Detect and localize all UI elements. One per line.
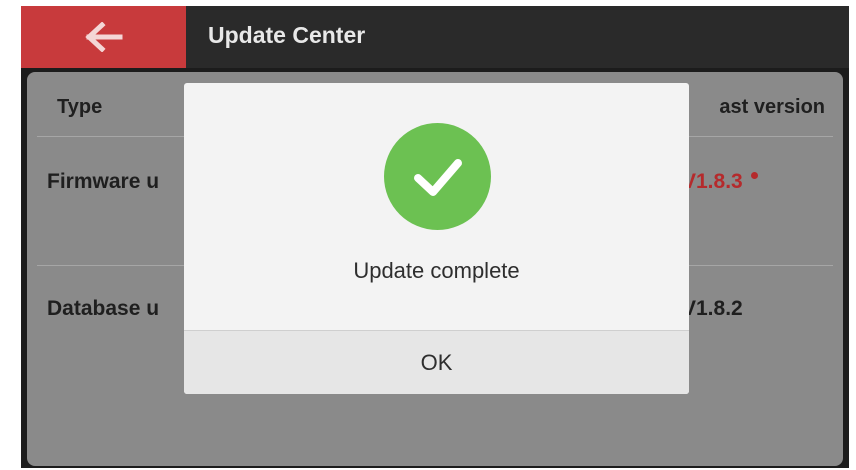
- dialog-message: Update complete: [353, 258, 520, 283]
- update-dot-icon: [750, 172, 758, 179]
- firmware-version-text: V1.8.3: [682, 170, 743, 193]
- ok-button[interactable]: OK: [184, 330, 689, 394]
- list-item-firmware-version: V1.8.3: [682, 170, 758, 194]
- checkmark-icon: [413, 158, 462, 196]
- list-item-database-name[interactable]: Database u: [47, 297, 159, 321]
- list-item-database-version: V1.8.2: [682, 297, 743, 320]
- page-title: Update Center: [208, 22, 366, 48]
- arrow-left-icon: [84, 22, 122, 52]
- column-header-latest-version: ast version: [719, 96, 825, 118]
- list-item-firmware-name[interactable]: Firmware u: [47, 170, 159, 194]
- back-button[interactable]: [21, 6, 186, 68]
- column-header-type: Type: [57, 96, 103, 118]
- check-circle-icon: [384, 123, 491, 230]
- top-bar: Update Center: [21, 6, 849, 68]
- update-complete-dialog: Update complete OK: [184, 83, 689, 394]
- device-screen: Update Center Type ast version Firmware …: [21, 6, 849, 468]
